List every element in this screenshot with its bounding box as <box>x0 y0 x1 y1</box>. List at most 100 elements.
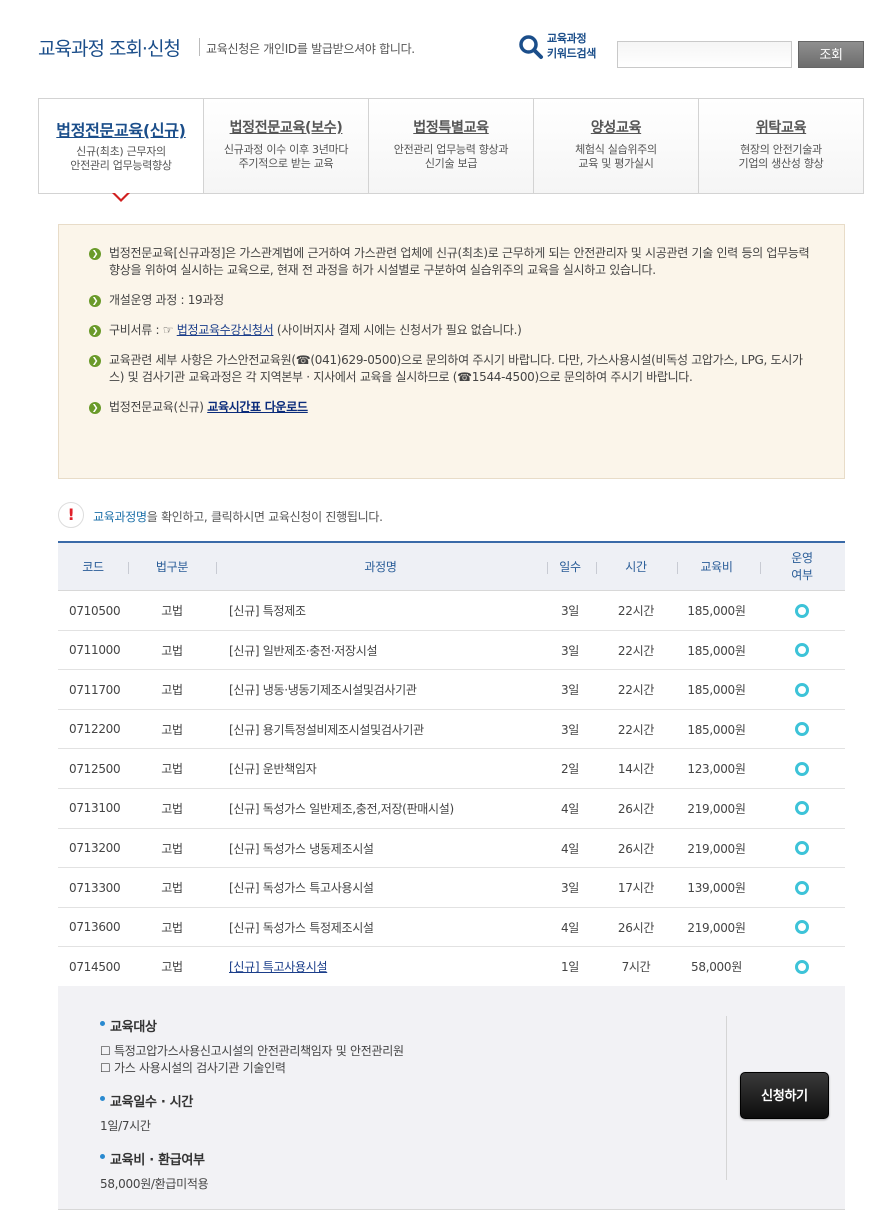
cell-law: 고법 <box>161 881 183 896</box>
page-title: 교육과정 조회·신청 <box>38 38 181 60</box>
table-row[interactable]: 0711000 고법 [신규] 일반제조·충전·저장시설 3일 22시간 185… <box>58 631 845 671</box>
detail-heading: 교육일수 · 시간 <box>100 1091 720 1110</box>
search-button[interactable]: 조회 <box>798 41 864 68</box>
header-operation: 운영 여부 <box>791 551 813 582</box>
cell-law: 고법 <box>161 643 183 658</box>
tab-description: 신규(최초) 근무자의 안전관리 업무능력향상 <box>70 145 172 172</box>
page-header: 교육과정 조회·신청 교육신청은 개인ID를 발급받으셔야 합니다. 교육과정 … <box>0 0 879 90</box>
cell-code: 0712200 <box>69 722 121 737</box>
table-row[interactable]: 0710500 고법 [신규] 특정제조 3일 22시간 185,000원 <box>58 591 845 631</box>
keyword-search-label: 교육과정 키워드검색 <box>547 31 596 61</box>
cell-days: 4일 <box>560 841 580 856</box>
tab-title[interactable]: 위탁교육 <box>699 117 863 137</box>
tab-statutory-refresh[interactable]: 법정전문교육(보수) 신규과정 이수 이후 3년마다 주기적으로 받는 교육 <box>204 99 369 193</box>
chevron-right-icon: ❯ <box>89 295 101 307</box>
cell-operation <box>774 670 830 709</box>
tab-statutory-special[interactable]: 법정특별교육 안전관리 업무능력 향상과 신기술 보급 <box>369 99 534 193</box>
info-item: ❯ 개설운영 과정 : 19과정 <box>89 292 816 309</box>
cell-fee: 123,000원 <box>687 762 746 777</box>
info-item: ❯ 법정전문교육(신규) 교육시간표 다운로드 <box>89 399 816 416</box>
header-law: 법구분 <box>155 559 189 574</box>
cell-days: 4일 <box>560 920 580 935</box>
keyword-search-input[interactable] <box>617 41 792 68</box>
tab-title[interactable]: 법정특별교육 <box>369 117 533 137</box>
header-divider <box>596 562 597 574</box>
table-row[interactable]: 0713100 고법 [신규] 독성가스 일반제조,충전,저장(판매시설) 4일… <box>58 789 845 829</box>
cell-hours: 7시간 <box>621 960 651 975</box>
circle-icon <box>795 722 809 737</box>
notice-text: 교육과정명을 확인하고, 클릭하시면 교육신청이 진행됩니다. <box>93 508 383 525</box>
table-row[interactable]: 0712200 고법 [신규] 용기특정설비제조시설및검사기관 3일 22시간 … <box>58 710 845 750</box>
cell-code: 0711000 <box>69 643 121 658</box>
cell-code: 0712500 <box>69 761 121 776</box>
info-text: 교육관련 세부 사항은 가스안전교육원(☎(041)629-0500)으로 문의… <box>109 353 803 384</box>
cell-code: 0713100 <box>69 801 121 816</box>
course-name-link[interactable]: [신규] 특고사용시설 <box>229 947 328 986</box>
table-row[interactable]: 0711700 고법 [신규] 냉동·냉동기제조시설및검사기관 3일 22시간 … <box>58 670 845 710</box>
alert-icon: ! <box>58 502 84 528</box>
course-name-link[interactable]: [신규] 일반제조·충전·저장시설 <box>229 631 378 670</box>
circle-icon <box>795 801 809 816</box>
table-row-selected[interactable]: 0714500 고법 [신규] 특고사용시설 1일 7시간 58,000원 <box>58 947 845 987</box>
cell-hours: 26시간 <box>617 920 655 935</box>
cell-days: 2일 <box>560 762 580 777</box>
info-text: 법정전문교육[신규과정]은 가스관계법에 근거하여 가스관련 업체에 신규(최초… <box>109 246 810 277</box>
info-item: ❯ 구비서류 : ☞ 법정교육수강신청서 (사이버지사 결제 시에는 신청서가 … <box>89 322 816 339</box>
application-form-link[interactable]: 법정교육수강신청서 <box>177 323 274 337</box>
table-row[interactable]: 0712500 고법 [신규] 운반책임자 2일 14시간 123,000원 <box>58 749 845 789</box>
cell-hours: 22시간 <box>617 643 655 658</box>
circle-icon <box>795 920 809 935</box>
detail-body: 교육대상 ☐ 특정고압가스사용신고시설의 안전관리책임자 및 안전관리원 ☐ 가… <box>100 1016 720 1207</box>
cell-days: 4일 <box>560 801 580 816</box>
info-text: 개설운영 과정 : 19과정 <box>109 293 224 307</box>
cell-law: 고법 <box>161 841 183 856</box>
table-row[interactable]: 0713200 고법 [신규] 독성가스 냉동제조시설 4일 26시간 219,… <box>58 829 845 869</box>
course-name-link[interactable]: [신규] 독성가스 냉동제조시설 <box>229 829 374 868</box>
tab-consignment[interactable]: 위탁교육 현장의 안전기술과 기업의 생산성 향상 <box>699 99 863 193</box>
keyword-label-line1: 교육과정 <box>547 32 587 45</box>
course-name-link[interactable]: [신규] 운반책임자 <box>229 749 317 788</box>
course-name-link[interactable]: [신규] 용기특정설비제조시설및검사기관 <box>229 710 424 749</box>
course-table: 코드 법구분 과정명 일수 시간 교육비 운영 여부 0710500 고법 [신… <box>58 541 845 987</box>
cell-hours: 26시간 <box>617 841 655 856</box>
tab-training[interactable]: 양성교육 체험식 실습위주의 교육 및 평가실시 <box>534 99 699 193</box>
cell-operation <box>774 908 830 947</box>
header-divider <box>128 562 129 574</box>
course-name-link[interactable]: [신규] 독성가스 특정제조시설 <box>229 908 374 947</box>
cell-fee: 185,000원 <box>687 683 746 698</box>
header-divider <box>760 562 761 574</box>
tab-title[interactable]: 양성교육 <box>534 117 698 137</box>
detail-duration: 교육일수 · 시간 1일/7시간 <box>100 1091 720 1135</box>
cell-operation <box>774 868 830 907</box>
apply-button[interactable]: 신청하기 <box>740 1072 829 1119</box>
cell-hours: 17시간 <box>617 881 655 896</box>
chevron-right-icon: ❯ <box>89 248 101 260</box>
detail-heading: 교육비 · 환급여부 <box>100 1149 720 1168</box>
timetable-download-link[interactable]: 교육시간표 다운로드 <box>207 400 308 414</box>
cell-days: 3일 <box>560 643 580 658</box>
detail-text: ☐ 가스 사용시설의 검사기관 기술인력 <box>100 1061 286 1075</box>
keyword-label-line2: 키워드검색 <box>547 47 597 60</box>
tab-statutory-new[interactable]: 법정전문교육(신규) 신규(최초) 근무자의 안전관리 업무능력향상 <box>39 99 204 193</box>
course-name-link[interactable]: [신규] 냉동·냉동기제조시설및검사기관 <box>229 670 417 709</box>
course-name-link[interactable]: [신규] 독성가스 일반제조,충전,저장(판매시설) <box>229 789 454 828</box>
tab-title[interactable]: 법정전문교육(보수) <box>204 117 368 137</box>
cell-law: 고법 <box>161 801 183 816</box>
cell-days: 3일 <box>560 722 580 737</box>
chevron-right-icon: ❯ <box>89 355 101 367</box>
course-name-link[interactable]: [신규] 특정제조 <box>229 591 306 630</box>
table-row[interactable]: 0713300 고법 [신규] 독성가스 특고사용시설 3일 17시간 139,… <box>58 868 845 908</box>
course-info-box: ❯ 법정전문교육[신규과정]은 가스관계법에 근거하여 가스관련 업체에 신규(… <box>58 224 845 479</box>
cell-operation <box>774 789 830 828</box>
detail-target: 교육대상 ☐ 특정고압가스사용신고시설의 안전관리책임자 및 안전관리원 ☐ 가… <box>100 1016 720 1077</box>
course-name-link[interactable]: [신규] 독성가스 특고사용시설 <box>229 868 374 907</box>
cell-hours: 26시간 <box>617 801 655 816</box>
cell-operation <box>774 947 830 986</box>
header-divider <box>199 38 200 56</box>
table-row[interactable]: 0713600 고법 [신규] 독성가스 특정제조시설 4일 26시간 219,… <box>58 908 845 948</box>
detail-heading: 교육대상 <box>100 1016 720 1035</box>
circle-icon <box>795 880 809 895</box>
cell-fee: 219,000원 <box>687 841 746 856</box>
info-item: ❯ 법정전문교육[신규과정]은 가스관계법에 근거하여 가스관련 업체에 신규(… <box>89 245 816 279</box>
tab-title[interactable]: 법정전문교육(신규) <box>39 117 203 141</box>
